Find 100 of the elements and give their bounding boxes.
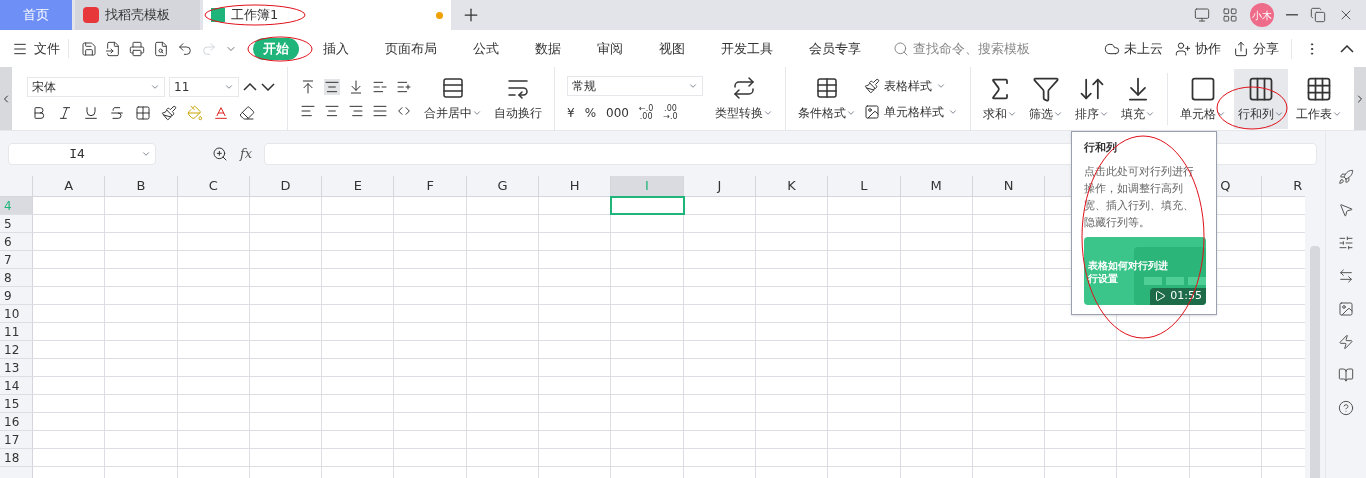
row-header[interactable]: 6 (0, 233, 33, 250)
scroll-right-button[interactable] (1354, 67, 1366, 130)
redo-icon (201, 40, 217, 57)
file-menu[interactable]: 文件 (12, 38, 69, 59)
zoom-icon (212, 145, 228, 162)
row-header[interactable]: 13 (0, 359, 33, 376)
strikethrough-icon (109, 104, 125, 121)
header-action[interactable]: 未上云 (1104, 38, 1163, 59)
cell-style-button[interactable]: 单元格样式 (864, 102, 958, 121)
row-header[interactable]: 9 (0, 287, 33, 304)
transfer-icon (1338, 268, 1354, 284)
minimize-icon (1286, 14, 1298, 16)
header-action[interactable]: 分享 (1233, 38, 1279, 59)
column-header[interactable]: F (394, 176, 467, 196)
video-card[interactable]: 表格如何对行列进行设置 01:55 (1084, 236, 1206, 305)
merge-button[interactable]: 合并居中 (424, 75, 482, 122)
column-header[interactable]: D (249, 176, 323, 196)
conditional-format-button[interactable]: 条件格式 (798, 75, 856, 122)
document-tab[interactable]: 工作簿1 (203, 0, 451, 30)
row-header[interactable]: 8 (0, 269, 33, 286)
ribbon-tool-button[interactable]: 行和列 (1234, 68, 1288, 129)
undo-icon (177, 40, 193, 57)
decrease-font-icon (261, 82, 275, 91)
column-header[interactable]: B (105, 176, 178, 196)
name-box[interactable]: I4 (8, 142, 156, 165)
row-header[interactable]: 15 (0, 395, 33, 412)
number-format-button[interactable]: % (584, 103, 597, 122)
collapse-icon (1340, 44, 1354, 53)
cursor-icon (1338, 202, 1354, 218)
annotation-ellipse (247, 36, 313, 62)
column-header[interactable]: E (322, 176, 395, 196)
ribbon-tab[interactable]: 数据 (525, 37, 571, 60)
annotation-ellipse (1216, 86, 1288, 130)
ribbon-tool-button[interactable]: 求和 (979, 68, 1021, 129)
row-header[interactable]: 5 (0, 215, 33, 232)
fill-color-icon (187, 104, 203, 121)
add-user-icon (1175, 40, 1191, 57)
font-color-icon (213, 104, 229, 121)
ribbon-tab[interactable]: 审阅 (587, 37, 633, 60)
ribbon-tab[interactable]: 视图 (649, 37, 695, 60)
column-header[interactable]: C (177, 176, 250, 196)
wrap-text-button[interactable]: 自动换行 (494, 75, 542, 122)
tooltip-title: 行和列 (1084, 140, 1118, 156)
column-header[interactable]: K (755, 176, 829, 196)
search-field[interactable]: 查找命令、搜索模板 (893, 38, 1063, 59)
column-header[interactable]: G (466, 176, 540, 196)
video-duration: 01:55 (1150, 288, 1206, 305)
font-size-select[interactable]: 11 (169, 76, 239, 97)
docer-logo-icon (83, 7, 99, 23)
column-header[interactable]: L (828, 176, 901, 196)
play-icon (1154, 290, 1167, 303)
number-format-select[interactable]: 常规 (567, 75, 703, 96)
number-format-button[interactable]: 000 (606, 103, 629, 122)
row-header[interactable]: 18 (0, 449, 33, 466)
bold-icon (31, 104, 47, 121)
convert-icon (732, 75, 756, 100)
align-bottom-icon (348, 78, 364, 95)
apps-icon (1222, 7, 1238, 23)
document-tab[interactable]: 找稻壳模板 (75, 0, 200, 30)
ribbon-tab[interactable]: 页面布局 (375, 37, 447, 60)
scroll-left-button[interactable] (0, 67, 12, 130)
ribbon-tool-button[interactable]: 单元格 (1176, 68, 1230, 129)
column-header[interactable]: N (972, 176, 1046, 196)
rocket-icon (1338, 169, 1354, 185)
borders-icon (135, 104, 151, 121)
header-action[interactable]: 协作 (1175, 38, 1221, 59)
ribbon-tool-button[interactable]: 筛选 (1025, 68, 1067, 129)
ribbon-tab[interactable]: 会员专享 (799, 37, 871, 60)
type-convert-button[interactable]: 类型转换 (715, 75, 773, 122)
ribbon-tab[interactable]: 公式 (463, 37, 509, 60)
image-icon (1338, 301, 1354, 317)
number-format-button[interactable]: ¥ (567, 103, 575, 122)
restore-icon (1310, 7, 1326, 23)
row-header[interactable]: 11 (0, 323, 33, 340)
video-title: 表格如何对行列进行设置 (1088, 258, 1169, 285)
row-header[interactable]: 17 (0, 431, 33, 448)
table-icon (815, 75, 839, 100)
ribbon-tool-button[interactable]: 填充 (1117, 68, 1159, 129)
ribbon-tab[interactable]: 开发工具 (711, 37, 783, 60)
row-header[interactable]: 12 (0, 341, 33, 358)
function-label[interactable]: fx (240, 143, 253, 164)
ribbon-tool-button[interactable]: 排序 (1071, 68, 1113, 129)
decimal-button[interactable]: .00 →.0 (663, 104, 678, 121)
row-header[interactable]: 14 (0, 377, 33, 394)
increase-font-icon (243, 82, 257, 91)
column-header[interactable]: M (900, 176, 973, 196)
decimal-button[interactable]: ←.0 .00 (638, 104, 654, 121)
row-header[interactable]: 10 (0, 305, 33, 322)
column-header[interactable]: A (33, 176, 106, 196)
search-icon (893, 40, 909, 57)
active-cell[interactable] (611, 197, 684, 214)
column-header[interactable]: J (683, 176, 756, 196)
share-icon (1233, 40, 1249, 57)
ribbon-tool-button[interactable]: 工作表 (1292, 68, 1346, 129)
font-select[interactable]: 宋体 (27, 76, 165, 97)
row-header[interactable]: 7 (0, 251, 33, 268)
merge-cells-icon (441, 75, 465, 100)
row-header[interactable]: 16 (0, 413, 33, 430)
table-style-button[interactable]: 表格样式 (864, 76, 958, 95)
ribbon-tab[interactable]: 插入 (313, 37, 359, 60)
